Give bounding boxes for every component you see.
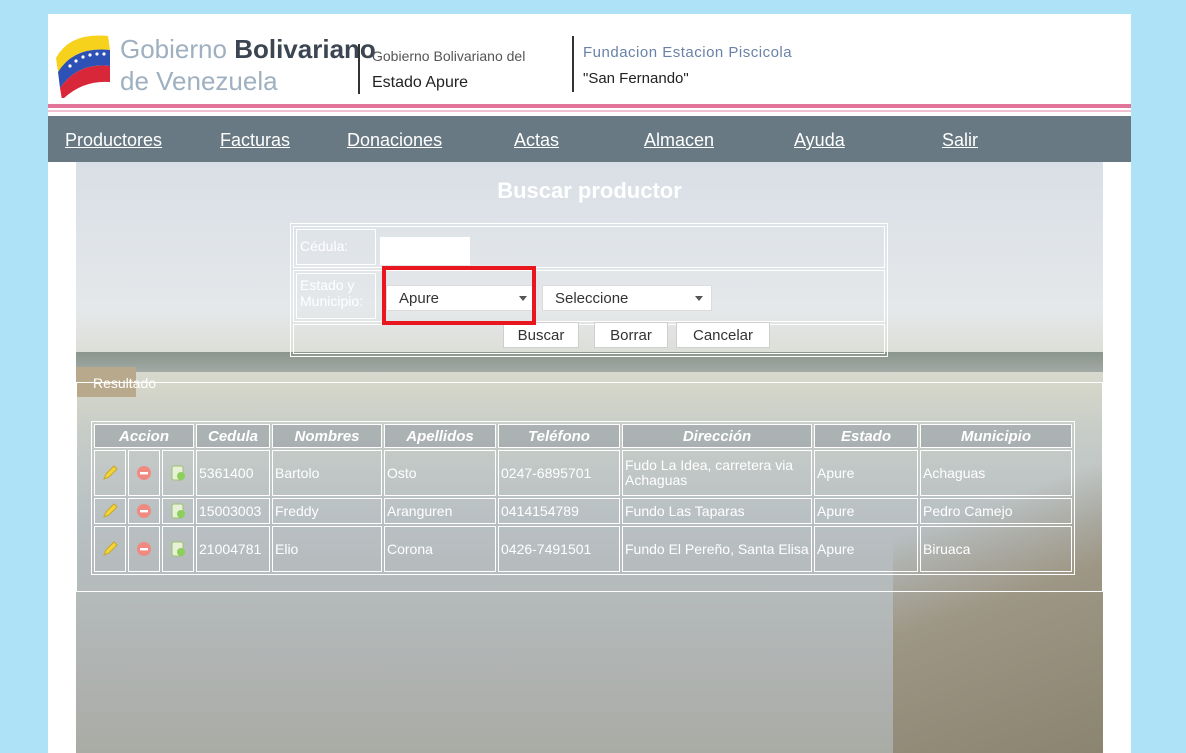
delete-cell: [128, 526, 160, 572]
header-divider: [572, 36, 574, 92]
table-row: 21004781 Elio Corona 0426-7491501 Fundo …: [94, 526, 1072, 572]
view-icon[interactable]: [169, 464, 187, 482]
header: Gobierno Bolivariano de Venezuela Gobier…: [48, 14, 1131, 116]
edit-cell: [94, 450, 126, 496]
header-accent-line: [48, 104, 1131, 108]
view-icon[interactable]: [169, 540, 187, 558]
venezuela-flag-logo: [56, 35, 110, 98]
municipio-select-value: Seleccione: [555, 290, 629, 307]
col-cedula: Cedula: [196, 424, 270, 448]
table-row: 5361400 Bartolo Osto 0247-6895701 Fudo L…: [94, 450, 1072, 496]
nav-ayuda[interactable]: Ayuda: [794, 130, 845, 151]
header-divider: [358, 44, 360, 94]
cell-direccion: Fundo Las Taparas: [622, 498, 812, 524]
fundacion-line-1: Fundacion Estacion Piscicola: [583, 44, 793, 61]
estado-label: Estado y Municipio:: [296, 273, 376, 319]
cell-telefono: 0414154789: [498, 498, 620, 524]
cancelar-button[interactable]: Cancelar: [676, 322, 770, 348]
cedula-row: Cédula:: [293, 226, 885, 268]
col-nombres: Nombres: [272, 424, 382, 448]
chevron-down-icon: [695, 296, 703, 301]
cell-estado: Apure: [814, 526, 918, 572]
results-fieldset: Resultado Accion Cedula Nombres Apellido…: [76, 375, 1103, 592]
delete-cell: [128, 498, 160, 524]
delete-cell: [128, 450, 160, 496]
cell-cedula: 5361400: [196, 450, 270, 496]
results-table: Accion Cedula Nombres Apellidos Teléfono…: [91, 421, 1075, 575]
nav-almacen[interactable]: Almacen: [644, 130, 714, 151]
cell-cedula: 15003003: [196, 498, 270, 524]
buscar-button[interactable]: Buscar: [503, 322, 579, 348]
nav-facturas[interactable]: Facturas: [220, 130, 290, 151]
view-icon[interactable]: [169, 502, 187, 520]
cell-cedula: 21004781: [196, 526, 270, 572]
col-apellidos: Apellidos: [384, 424, 496, 448]
view-cell: [162, 450, 194, 496]
fundacion-line-2: "San Fernando": [583, 70, 689, 87]
cell-nombres: Elio: [272, 526, 382, 572]
cedula-input[interactable]: [380, 237, 470, 265]
cell-municipio: Biruaca: [920, 526, 1072, 572]
content-area: Buscar productor Cédula: Estado y Munici…: [76, 162, 1103, 753]
cell-nombres: Freddy: [272, 498, 382, 524]
edit-icon[interactable]: [101, 464, 119, 482]
edit-cell: [94, 498, 126, 524]
municipio-select[interactable]: Seleccione: [542, 285, 712, 311]
col-accion: Accion: [94, 424, 194, 448]
buttons-row: [293, 324, 885, 354]
table-row: 15003003 Freddy Aranguren 0414154789 Fun…: [94, 498, 1072, 524]
nav-productores[interactable]: Productores: [65, 130, 162, 151]
cell-apellidos: Osto: [384, 450, 496, 496]
edit-icon[interactable]: [101, 540, 119, 558]
cedula-label: Cédula:: [296, 229, 376, 265]
cell-apellidos: Aranguren: [384, 498, 496, 524]
cell-direccion: Fundo El Pereño, Santa Elisa: [622, 526, 812, 572]
nav-actas[interactable]: Actas: [514, 130, 559, 151]
col-municipio: Municipio: [920, 424, 1072, 448]
page-frame: Gobierno Bolivariano de Venezuela Gobier…: [48, 14, 1131, 753]
nav-salir[interactable]: Salir: [942, 130, 978, 151]
cell-telefono: 0426-7491501: [498, 526, 620, 572]
cell-municipio: Achaguas: [920, 450, 1072, 496]
edit-icon[interactable]: [101, 502, 119, 520]
results-legend: Resultado: [93, 375, 157, 391]
view-cell: [162, 498, 194, 524]
cell-municipio: Pedro Camejo: [920, 498, 1072, 524]
page-title: Buscar productor: [497, 178, 682, 203]
delete-icon[interactable]: [135, 502, 153, 520]
view-cell: [162, 526, 194, 572]
cell-nombres: Bartolo: [272, 450, 382, 496]
apure-line-1: Gobierno Bolivariano del: [372, 48, 526, 64]
cell-apellidos: Corona: [384, 526, 496, 572]
delete-icon[interactable]: [135, 464, 153, 482]
cell-telefono: 0247-6895701: [498, 450, 620, 496]
edit-cell: [94, 526, 126, 572]
gob-subtitle: de Venezuela: [120, 66, 278, 96]
search-form: Cédula: Estado y Municipio: Apure Selecc…: [290, 223, 888, 357]
cell-estado: Apure: [814, 498, 918, 524]
col-telefono: Teléfono: [498, 424, 620, 448]
col-estado: Estado: [814, 424, 918, 448]
table-header-row: Accion Cedula Nombres Apellidos Teléfono…: [94, 424, 1072, 448]
apure-line-2: Estado Apure: [372, 74, 469, 91]
borrar-button[interactable]: Borrar: [594, 322, 668, 348]
col-direccion: Dirección: [622, 424, 812, 448]
cell-direccion: Fudo La Idea, carretera via Achaguas: [622, 450, 812, 496]
gob-title: Gobierno Bolivariano: [120, 34, 376, 64]
header-accent-line-thin: [48, 110, 1131, 112]
delete-icon[interactable]: [135, 540, 153, 558]
highlight-box: [382, 266, 536, 325]
nav-donaciones[interactable]: Donaciones: [347, 130, 442, 151]
main-nav: Productores Facturas Donaciones Actas Al…: [48, 116, 1131, 162]
cell-estado: Apure: [814, 450, 918, 496]
